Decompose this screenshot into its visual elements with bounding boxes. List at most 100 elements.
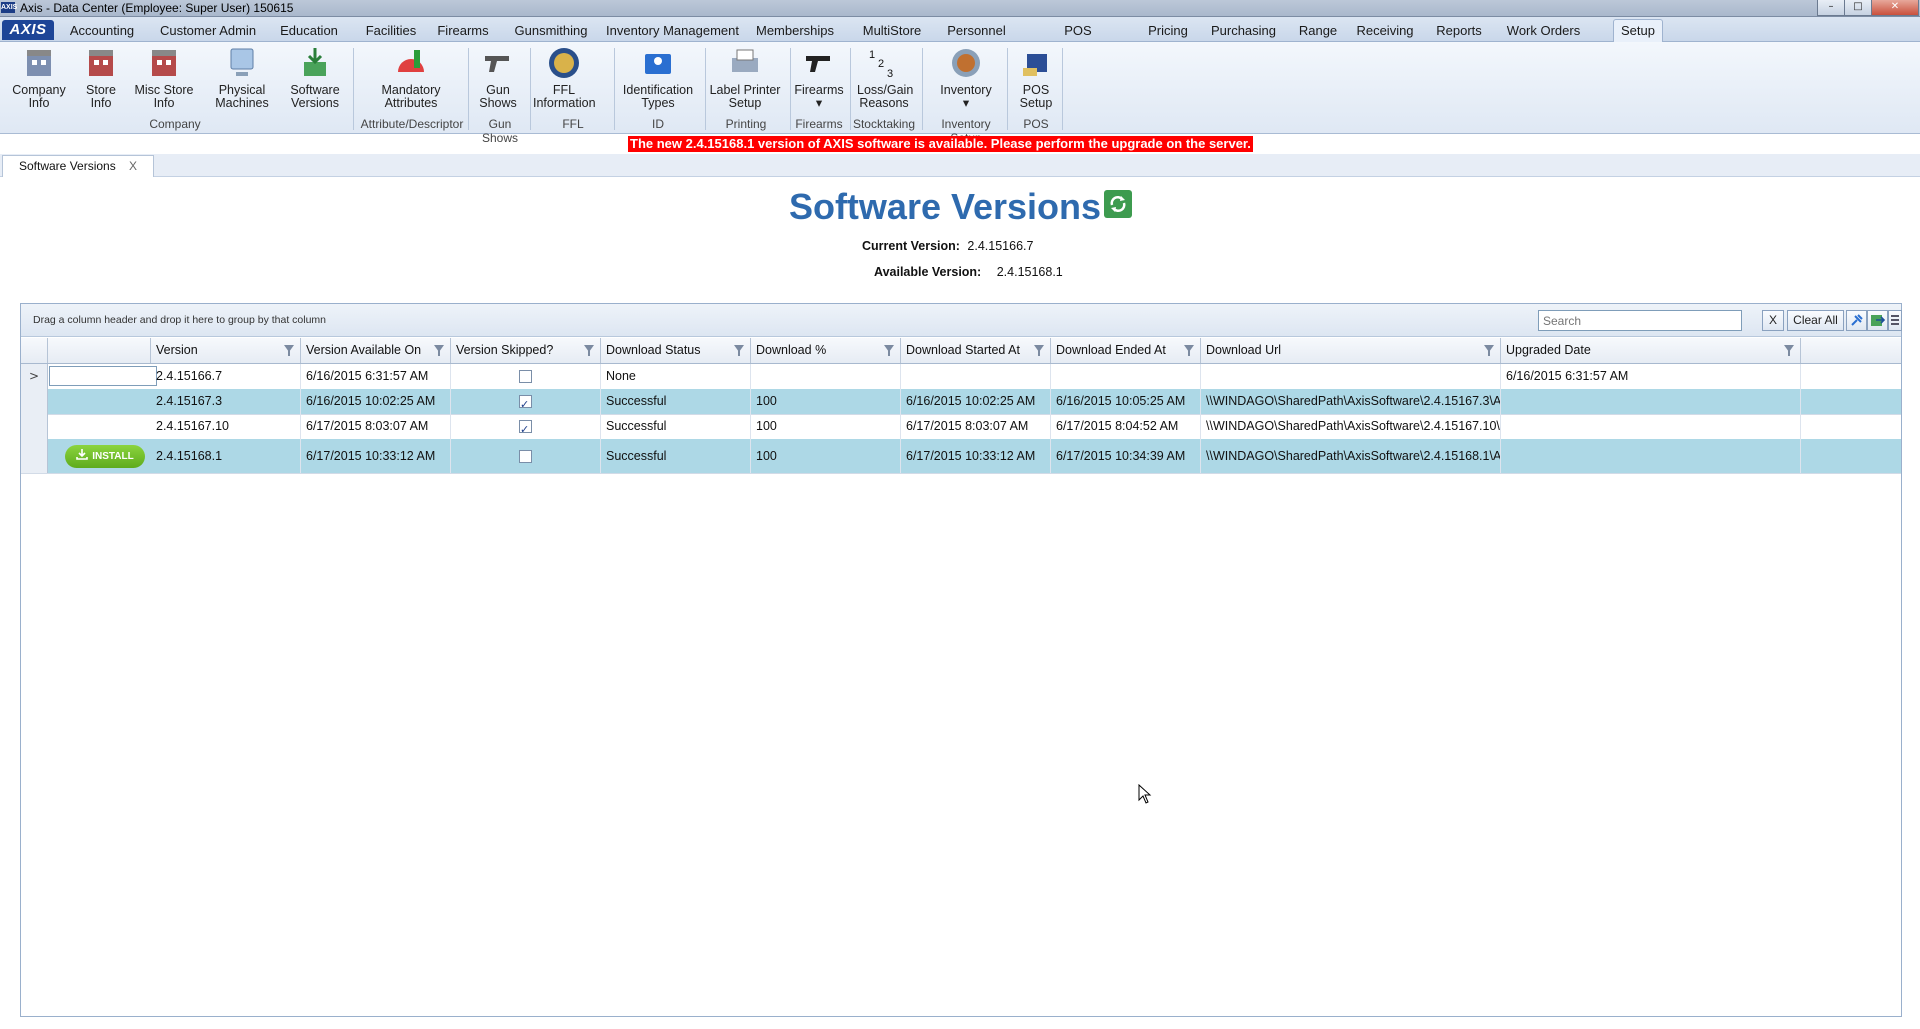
menu-tab-receiving[interactable]: Receiving — [1350, 20, 1420, 41]
ribbon-button-misc-store[interactable]: Misc Store Info — [132, 46, 196, 110]
cell-skipped[interactable] — [451, 389, 601, 414]
version-skipped-checkbox[interactable] — [519, 370, 532, 384]
column-header-version[interactable]: Version — [151, 338, 301, 363]
menu-tab-multistore[interactable]: MultiStore — [860, 20, 924, 41]
menu-tab-pricing[interactable]: Pricing — [1141, 20, 1195, 41]
cell-skipped[interactable] — [451, 439, 601, 473]
available-version-value: 2.4.15168.1 — [996, 265, 1063, 279]
ribbon-button-physical[interactable]: Physical Machines — [214, 46, 270, 110]
version-skipped-checkbox[interactable] — [519, 393, 532, 414]
menu-tab-facilities[interactable]: Facilities — [357, 20, 425, 41]
ribbon-button-inventory[interactable]: Inventory ▾ — [935, 46, 997, 110]
menu-tab-accounting[interactable]: Accounting — [62, 20, 142, 41]
ribbon-button-store[interactable]: Store Info — [78, 46, 124, 110]
table-row[interactable]: 2.4.15167.36/16/2015 10:02:25 AMSuccessf… — [21, 389, 1901, 415]
filter-icon[interactable] — [1784, 345, 1794, 356]
ribbon-button-ffl[interactable]: FFL Information — [533, 46, 596, 110]
menu-tab-personnel[interactable]: Personnel — [941, 20, 1012, 41]
maximize-button[interactable]: □ — [1844, 0, 1872, 16]
menu-tab-gunsmithing[interactable]: Gunsmithing — [507, 20, 595, 41]
menu-tab-education[interactable]: Education — [276, 20, 342, 41]
menu-tab-range[interactable]: Range — [1293, 20, 1343, 41]
ribbon-separator — [1062, 48, 1063, 130]
column-chooser-icon[interactable] — [1888, 310, 1902, 331]
filter-icon[interactable] — [284, 345, 294, 356]
ribbon-button-software[interactable]: Software Versions — [286, 46, 344, 110]
column-header-download-status[interactable]: Download Status — [601, 338, 751, 363]
cell-version: 2.4.15167.10 — [151, 414, 301, 439]
ribbon-button-identification[interactable]: Identification Types — [615, 46, 701, 110]
cell-skipped[interactable] — [451, 364, 601, 389]
tab-software-versions[interactable]: Software Versions X — [2, 155, 154, 177]
cell-ended: 6/16/2015 10:05:25 AM — [1051, 389, 1201, 414]
menu-tab-setup[interactable]: Setup — [1613, 19, 1663, 43]
column-header-download-ended-at[interactable]: Download Ended At — [1051, 338, 1201, 363]
ribbon-button-gun[interactable]: Gun Shows — [478, 46, 518, 110]
search-input[interactable] — [1538, 310, 1742, 331]
filter-icon[interactable] — [1484, 345, 1494, 356]
refresh-icon[interactable] — [1104, 190, 1132, 218]
column-header-label: Version Skipped? — [456, 343, 554, 357]
group-by-panel[interactable]: Drag a column header and drop it here to… — [21, 304, 1902, 337]
filter-icon[interactable] — [584, 345, 594, 356]
cell-url: \\WINDAGO\SharedPath\AxisSoftware\2.4.15… — [1201, 389, 1501, 414]
version-skipped-checkbox[interactable] — [519, 418, 532, 439]
ribbon-button-firearms[interactable]: Firearms ▾ — [793, 46, 845, 110]
row-selector[interactable] — [21, 414, 48, 439]
filter-icon[interactable] — [734, 345, 744, 356]
table-row[interactable]: 2.4.15167.106/17/2015 8:03:07 AMSuccessf… — [21, 414, 1901, 440]
row-edit-field[interactable] — [49, 366, 157, 386]
filter-icon[interactable] — [1184, 345, 1194, 356]
menu-tab-memberships[interactable]: Memberships — [756, 20, 834, 41]
svg-text:3: 3 — [887, 68, 893, 80]
column-header-download-url[interactable]: Download Url — [1201, 338, 1501, 363]
ribbon-button-mandatory[interactable]: Mandatory Attributes — [374, 46, 448, 110]
row-selector[interactable]: > — [21, 364, 48, 389]
column-header-download-[interactable]: Download % — [751, 338, 901, 363]
cell-started: 6/17/2015 8:03:07 AM — [901, 414, 1051, 439]
menu-tab-pos-management[interactable]: POS Management — [1028, 20, 1128, 59]
tab-close-icon[interactable]: X — [129, 156, 137, 177]
ribbon-button-pos[interactable]: POS Setup — [1012, 46, 1060, 110]
menu-tab-customer-admin[interactable]: Customer Admin — [157, 20, 259, 41]
pin-icon[interactable] — [1846, 310, 1867, 331]
row-selector[interactable] — [21, 439, 48, 473]
page-title: Software Versions — [788, 186, 1102, 227]
column-header-version-skipped-[interactable]: Version Skipped? — [451, 338, 601, 363]
row-selector[interactable] — [21, 389, 48, 414]
version-skipped-checkbox[interactable] — [519, 450, 532, 464]
cell-upgraded — [1501, 389, 1801, 414]
minimize-button[interactable]: – — [1817, 0, 1845, 16]
table-row[interactable]: >2.4.15166.7 6/16/2015 6:31:57 AM None 6/16… — [21, 364, 1901, 390]
menu-tab-inventory-management[interactable]: Inventory Management — [603, 20, 742, 41]
menu-tab-work-orders[interactable]: Work Orders — [1500, 20, 1587, 41]
ribbon-label: Versions — [291, 96, 339, 110]
ribbon-button-company[interactable]: Company Info — [10, 46, 68, 110]
install-button[interactable]: INSTALL — [65, 444, 145, 468]
cell-url: \\WINDAGO\SharedPath\AxisSoftware\2.4.15… — [1201, 439, 1501, 473]
column-header-download-started-at[interactable]: Download Started At — [901, 338, 1051, 363]
column-header-version-available-on[interactable]: Version Available On — [301, 338, 451, 363]
search-clear-button[interactable]: X — [1762, 310, 1784, 331]
filter-icon[interactable] — [884, 345, 894, 356]
ribbon-button-label-printer[interactable]: Label Printer Setup — [708, 46, 782, 110]
filter-icon[interactable] — [434, 345, 444, 356]
menu-tab-purchasing[interactable]: Purchasing — [1205, 20, 1282, 41]
table-row[interactable]: INSTALL 2.4.15168.1 6/17/2015 10:33:12 AM S… — [21, 439, 1901, 474]
cell-available: 6/16/2015 6:31:57 AM — [301, 364, 451, 389]
cell-skipped[interactable] — [451, 414, 601, 439]
cell-version: 2.4.15167.3 — [151, 389, 301, 414]
menu-tab-firearms[interactable]: Firearms — [433, 20, 493, 41]
close-button[interactable]: ✕ — [1871, 0, 1919, 16]
menu-tab-reports[interactable]: Reports — [1430, 20, 1488, 41]
clear-all-button[interactable]: Clear All — [1787, 310, 1844, 331]
ribbon-label: Info — [153, 96, 175, 110]
export-icon[interactable] — [1867, 310, 1888, 331]
mouse-cursor-icon — [1138, 784, 1152, 804]
column-header-upgraded-date[interactable]: Upgraded Date — [1501, 338, 1801, 363]
svg-text:1: 1 — [869, 49, 875, 61]
ribbon-separator — [353, 48, 354, 130]
ribbon-group-label: Attribute/Descriptor — [360, 117, 464, 131]
ribbon-button-loss-gain[interactable]: 1 2 3 Loss/Gain Reasons — [857, 46, 913, 110]
filter-icon[interactable] — [1034, 345, 1044, 356]
